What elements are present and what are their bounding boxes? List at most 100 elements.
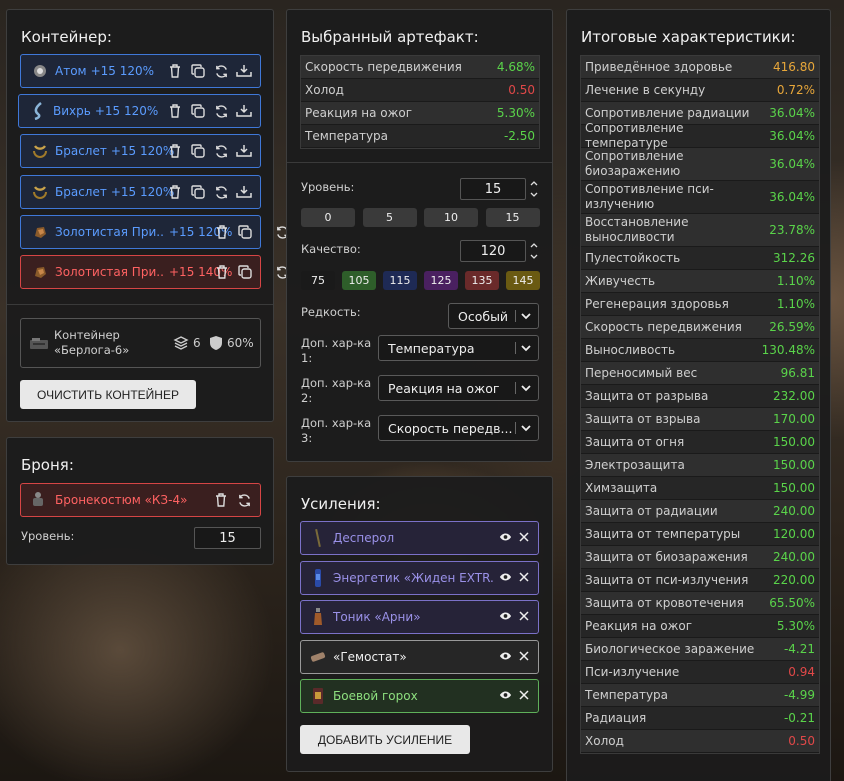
- chevron-down-icon: [520, 340, 532, 359]
- boost-row[interactable]: Энергетик «Жиден EXTR...: [300, 560, 539, 595]
- close-icon[interactable]: [519, 531, 529, 545]
- copy-icon[interactable]: [189, 103, 207, 119]
- total-stat-row: Холод 0.50: [581, 730, 819, 753]
- copy-icon[interactable]: [236, 264, 254, 280]
- total-stat-row: Сопротивление пси-излучению 36.04%: [581, 181, 819, 214]
- stat-name: Радиация: [585, 710, 647, 725]
- rarity-value: Особый: [458, 308, 509, 324]
- copy-icon[interactable]: [236, 224, 254, 240]
- total-stat-row: Температура -4.99: [581, 684, 819, 707]
- quality-input[interactable]: 120: [460, 240, 526, 262]
- trash-icon[interactable]: [166, 143, 184, 159]
- stat-name: Реакция на ожог: [305, 105, 413, 120]
- boost-item-icon: [309, 646, 327, 668]
- stat-value: 23.78%: [769, 223, 815, 237]
- artifact-actions: [213, 224, 296, 240]
- stat-name: Лечение в секунду: [585, 82, 706, 97]
- stat-name: Регенерация здоровья: [585, 296, 729, 311]
- artifact-row[interactable]: Золотистая При... +15 120%: [20, 215, 288, 249]
- eye-icon[interactable]: [499, 531, 512, 545]
- armor-name: Бронекостюм «КЗ-4»: [55, 493, 188, 507]
- armor-row[interactable]: Бронекостюм «КЗ-4»: [20, 483, 261, 517]
- extra3-select[interactable]: Скорость передв...: [378, 415, 539, 441]
- clear-container-button[interactable]: ОЧИСТИТЬ КОНТЕЙНЕР: [20, 380, 196, 409]
- artifact-row[interactable]: Золотистая При... +15 140%: [20, 255, 288, 289]
- quality-preset-button[interactable]: 145: [506, 271, 540, 290]
- download-icon[interactable]: [235, 103, 253, 119]
- eye-icon[interactable]: [499, 610, 512, 624]
- boost-row[interactable]: Тоник «Арни»: [300, 600, 539, 634]
- total-stat-row: Химзащита 150.00: [581, 477, 819, 500]
- artifact-row[interactable]: Атом +15 120%: [20, 54, 261, 88]
- copy-icon[interactable]: [189, 63, 207, 79]
- total-stat-row: Регенерация здоровья 1.10%: [581, 293, 819, 316]
- quality-preset-button[interactable]: 125: [424, 271, 458, 290]
- eye-icon[interactable]: [499, 689, 512, 703]
- select-separator: [515, 382, 516, 394]
- extra2-label: Доп. хар-ка 2:: [301, 376, 372, 405]
- copy-icon[interactable]: [189, 184, 207, 200]
- download-icon[interactable]: [235, 63, 253, 79]
- stat-row: Холод 0.50: [301, 79, 539, 102]
- extra1-select[interactable]: Температура: [378, 335, 539, 361]
- stat-name: Температура: [305, 128, 389, 143]
- eye-icon[interactable]: [499, 571, 512, 585]
- level-preset-button[interactable]: 15: [485, 208, 540, 227]
- total-stat-row: Электрозащита 150.00: [581, 454, 819, 477]
- stat-value: -4.99: [783, 688, 815, 702]
- armor-level-input[interactable]: 15: [194, 527, 261, 549]
- boosts-title: Усиления:: [301, 495, 381, 513]
- swap-icon[interactable]: [212, 63, 230, 79]
- artifact-name: Золотистая При...: [55, 265, 163, 279]
- quality-preset-button[interactable]: 75: [301, 271, 335, 290]
- trash-icon[interactable]: [166, 63, 184, 79]
- quality-preset-button[interactable]: 105: [342, 271, 376, 290]
- eye-icon[interactable]: [499, 650, 512, 664]
- quality-stepper-icon[interactable]: [529, 240, 539, 266]
- boost-name: Тоник «Арни»: [333, 610, 421, 624]
- swap-icon[interactable]: [212, 184, 230, 200]
- level-preset-button[interactable]: 10: [424, 208, 478, 227]
- boost-name: «Гемостат»: [333, 649, 407, 664]
- quality-preset-button[interactable]: 115: [383, 271, 417, 290]
- add-boost-button[interactable]: ДОБАВИТЬ УСИЛЕНИЕ: [300, 725, 470, 754]
- artifact-row[interactable]: Вихрь +15 120%: [18, 94, 261, 128]
- stat-value: 312.26: [773, 251, 815, 265]
- slots-count: 6: [193, 336, 201, 350]
- download-icon[interactable]: [235, 184, 253, 200]
- stat-value: 4.68%: [496, 60, 535, 74]
- quality-preset-button[interactable]: 135: [465, 271, 499, 290]
- download-icon[interactable]: [235, 143, 253, 159]
- close-icon[interactable]: [519, 650, 529, 664]
- trash-icon[interactable]: [213, 224, 231, 240]
- boost-row[interactable]: «Гемостат»: [300, 639, 539, 674]
- total-stat-row: Лечение в секунду 0.72%: [581, 79, 819, 102]
- copy-icon[interactable]: [189, 143, 207, 159]
- close-icon[interactable]: [519, 610, 529, 624]
- container-info-card[interactable]: Контейнер «Берлога-6» 6 60%: [20, 318, 261, 368]
- boost-row[interactable]: Боевой горох: [300, 679, 539, 713]
- level-stepper-icon[interactable]: [529, 178, 539, 204]
- swap-icon[interactable]: [212, 103, 230, 119]
- trash-icon[interactable]: [166, 103, 184, 119]
- total-stat-row: Пси-излучение 0.94: [581, 661, 819, 684]
- level-preset-button[interactable]: 5: [362, 208, 417, 227]
- trash-icon[interactable]: [212, 492, 230, 508]
- stat-name: Сопротивление радиации: [585, 105, 750, 120]
- extra2-select[interactable]: Реакция на ожог: [378, 375, 539, 401]
- trash-icon[interactable]: [213, 264, 231, 280]
- swap-icon[interactable]: [235, 492, 253, 508]
- trash-icon[interactable]: [166, 184, 184, 200]
- armor-panel: Броня: Бронекостюм «КЗ-4» Уровень: 15: [6, 437, 274, 565]
- swap-icon[interactable]: [212, 143, 230, 159]
- divider: [287, 162, 552, 163]
- artifact-row[interactable]: Браслет +15 120%: [20, 134, 261, 168]
- level-input[interactable]: 15: [460, 178, 526, 200]
- boost-row[interactable]: Десперол: [300, 521, 539, 555]
- close-icon[interactable]: [519, 571, 529, 585]
- close-icon[interactable]: [519, 689, 529, 703]
- rarity-select[interactable]: Особый: [448, 303, 539, 329]
- artifact-row[interactable]: Браслет +15 120%: [20, 175, 261, 209]
- stat-value: 130.48%: [761, 343, 815, 357]
- level-preset-button[interactable]: 0: [301, 208, 355, 227]
